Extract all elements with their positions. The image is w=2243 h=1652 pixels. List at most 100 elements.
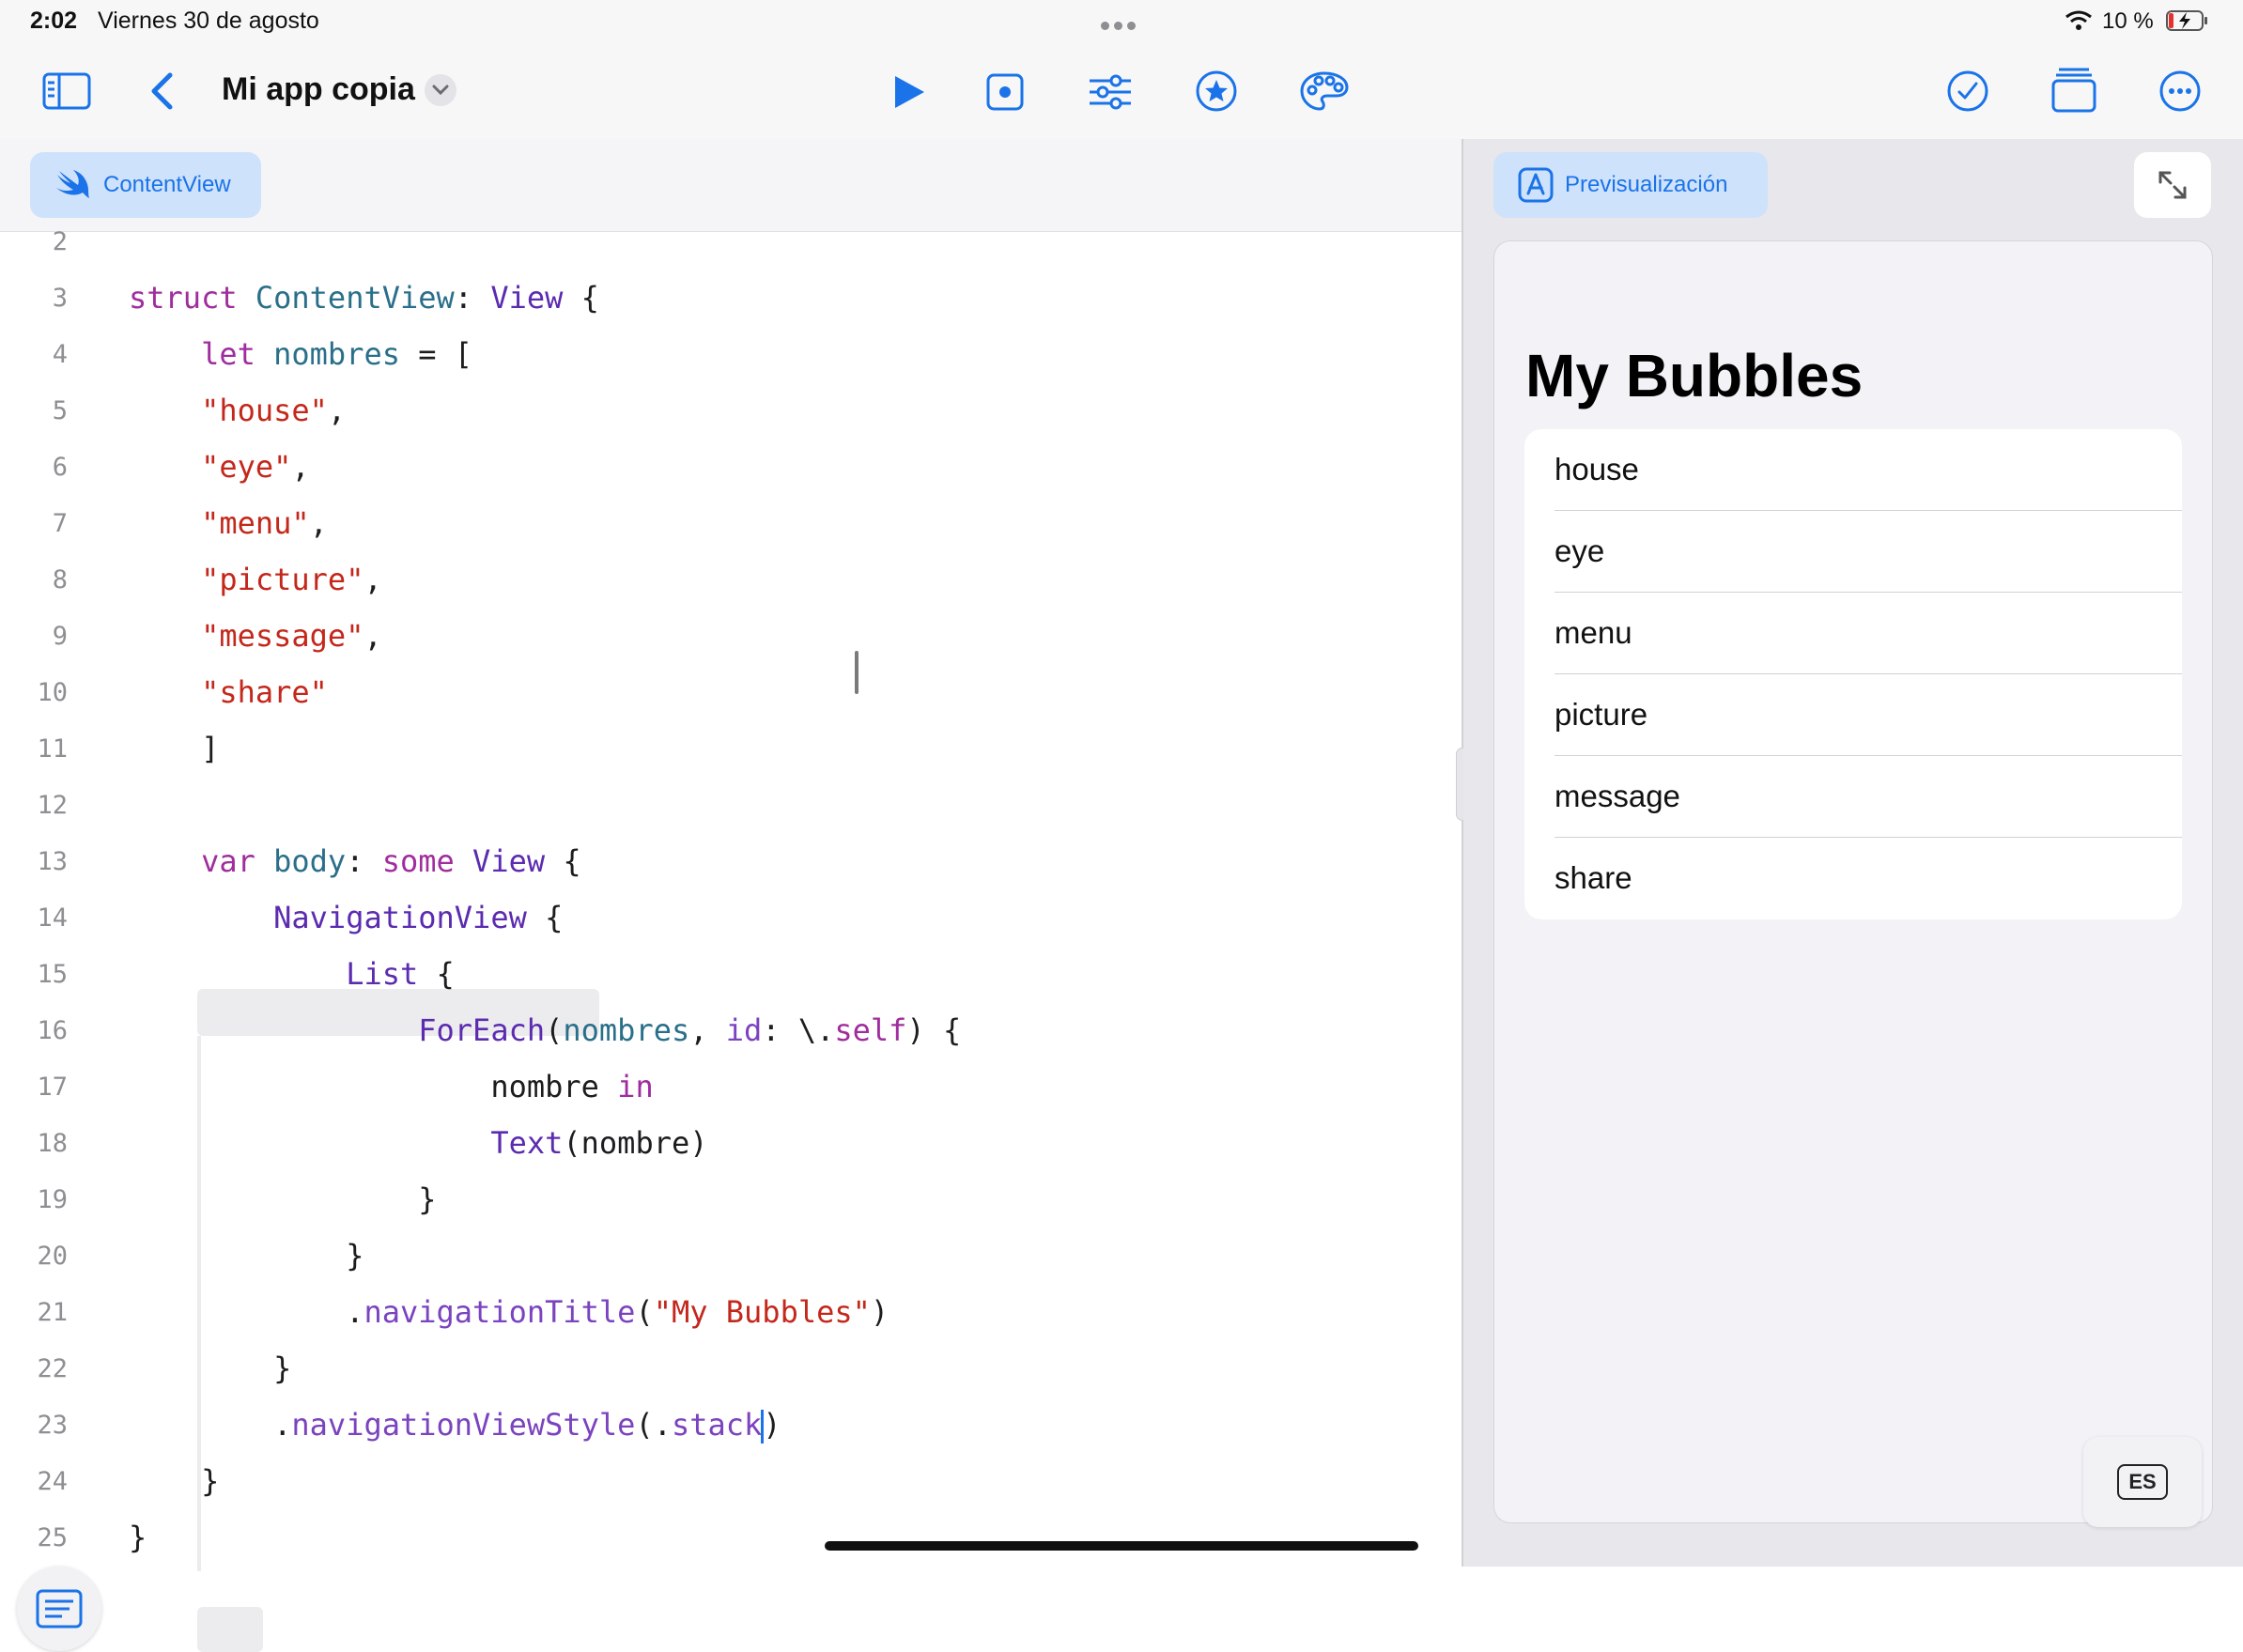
code-line[interactable]: 22 } <box>0 1345 1462 1392</box>
code-text: let nombres = [ <box>129 336 472 372</box>
line-number: 15 <box>37 960 68 989</box>
code-line[interactable]: 16 ForEach(nombres, id: \.self) { <box>0 1007 1462 1054</box>
stop-icon <box>986 73 1024 111</box>
list-item-label: share <box>1555 860 1632 895</box>
code-line[interactable]: 12 <box>0 781 1462 828</box>
code-token: nombre <box>129 1069 618 1104</box>
code-line[interactable]: 13 var body: some View { <box>0 838 1462 885</box>
code-token: nombres <box>563 1012 690 1048</box>
line-number: 22 <box>37 1354 68 1383</box>
code-line[interactable]: 25} <box>0 1514 1462 1561</box>
wifi-icon <box>2065 10 2092 30</box>
line-number: 25 <box>37 1523 68 1552</box>
code-token: "house" <box>201 393 328 428</box>
code-token: , <box>309 505 328 541</box>
fold-toggle[interactable] <box>197 1607 263 1652</box>
list-item[interactable]: message <box>1524 756 2182 838</box>
code-token: "picture" <box>201 562 364 597</box>
list-item[interactable]: menu <box>1524 593 2182 674</box>
code-line[interactable]: 20 } <box>0 1232 1462 1279</box>
file-tab-contentview[interactable]: ContentView <box>30 152 261 218</box>
line-number: 17 <box>37 1073 68 1102</box>
code-token: } <box>129 1463 220 1499</box>
code-line[interactable]: 18 Text(nombre) <box>0 1119 1462 1166</box>
code-editor[interactable]: ContentView 2 3 struct ContentView: View {… <box>0 139 1462 1652</box>
code-line[interactable]: 15 List { <box>0 950 1462 997</box>
line-number: 6 <box>52 453 68 482</box>
line-number: 19 <box>37 1185 68 1214</box>
code-line[interactable]: 24 } <box>0 1458 1462 1505</box>
project-title[interactable]: Mi app copia <box>222 71 415 108</box>
code-line[interactable]: 21 .navigationTitle("My Bubbles") <box>0 1289 1462 1335</box>
code-line[interactable]: 2 <box>0 218 1462 265</box>
code-line[interactable]: 6 "eye", <box>0 443 1462 490</box>
code-line[interactable]: 4 let nombres = [ <box>0 331 1462 378</box>
code-line[interactable]: 11 ] <box>0 725 1462 772</box>
multiwindow-icon <box>2051 68 2096 113</box>
more-button[interactable] <box>2157 68 2204 115</box>
expand-preview-button[interactable] <box>2134 152 2211 218</box>
documentation-button[interactable] <box>17 1567 101 1651</box>
multitasking-dots-icon[interactable] <box>1101 18 1142 30</box>
keyboard-language-button[interactable]: ES <box>2083 1437 2202 1527</box>
code-token: Text <box>490 1125 564 1161</box>
home-indicator[interactable] <box>825 1541 1418 1551</box>
code-line[interactable]: 3 struct ContentView: View { <box>0 274 1462 321</box>
code-line[interactable]: 7 "menu", <box>0 500 1462 547</box>
code-token: navigationViewStyle <box>291 1407 636 1443</box>
sidebar-toggle-button[interactable] <box>38 69 96 113</box>
title-menu-button[interactable] <box>425 74 456 106</box>
battery-icon <box>2166 10 2207 31</box>
list-item-label: picture <box>1555 697 1648 732</box>
code-text: var body: some View { <box>129 843 581 879</box>
check-button[interactable] <box>1944 68 1991 115</box>
code-line[interactable]: 23 .navigationViewStyle(.stack) <box>0 1401 1462 1448</box>
code-token: = [ <box>399 336 473 372</box>
code-token: ) { <box>906 1012 962 1048</box>
windows-button[interactable] <box>2050 66 2098 115</box>
list-item[interactable]: share <box>1524 838 2182 919</box>
code-token: , <box>327 393 347 428</box>
list-item[interactable]: eye <box>1524 511 2182 593</box>
code-text: .navigationTitle("My Bubbles") <box>129 1294 889 1330</box>
code-text: struct ContentView: View { <box>129 280 599 316</box>
back-button[interactable] <box>143 68 180 115</box>
code-token: in <box>617 1069 654 1104</box>
code-text: "house", <box>129 393 346 428</box>
line-number: 20 <box>37 1242 68 1271</box>
code-area[interactable]: 2 3 struct ContentView: View {4 let nombre… <box>0 227 1462 1652</box>
code-line[interactable]: 10 "share" <box>0 669 1462 716</box>
code-line[interactable]: 8 "picture", <box>0 556 1462 603</box>
code-text: nombre in <box>129 1069 654 1104</box>
code-token: "message" <box>201 618 364 654</box>
list-item[interactable]: picture <box>1524 674 2182 756</box>
code-line[interactable]: 17 nombre in <box>0 1063 1462 1110</box>
list-item[interactable]: house <box>1524 429 2182 511</box>
preview-tab[interactable]: Previsualización <box>1493 152 1768 218</box>
line-number: 10 <box>37 678 68 707</box>
code-token: View <box>454 843 546 879</box>
code-token: , <box>291 449 310 485</box>
settings-button[interactable] <box>1086 69 1135 115</box>
code-token: (. <box>635 1407 672 1443</box>
code-line[interactable]: 14 NavigationView { <box>0 894 1462 941</box>
code-text: "eye", <box>129 449 310 485</box>
favorites-button[interactable] <box>1193 68 1240 115</box>
code-line[interactable]: 5 "house", <box>0 387 1462 434</box>
stop-button[interactable] <box>982 69 1028 115</box>
run-button[interactable] <box>887 69 932 115</box>
code-token: ) <box>870 1294 889 1330</box>
code-text: "share" <box>129 674 328 710</box>
code-line[interactable]: 19 } <box>0 1176 1462 1223</box>
code-text: NavigationView { <box>129 900 563 935</box>
code-token: "eye" <box>201 449 292 485</box>
line-number: 16 <box>37 1016 68 1045</box>
code-token: some <box>381 843 455 879</box>
appearance-button[interactable] <box>1298 68 1351 115</box>
keyboard-language-label: ES <box>2117 1464 2168 1500</box>
code-line[interactable]: 9 "message", <box>0 612 1462 659</box>
